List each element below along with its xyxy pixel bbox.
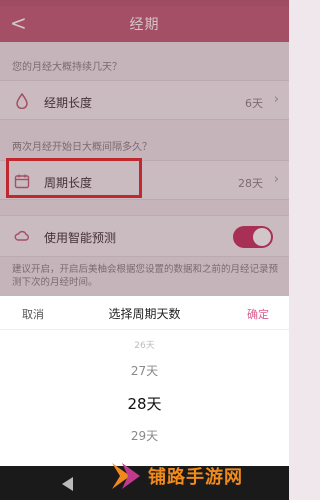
nav-back-icon[interactable] (62, 477, 73, 491)
sheet-toolbar: 取消 选择周期天数 确定 (0, 296, 289, 330)
picker-option-selected[interactable]: 28天 (0, 393, 289, 414)
confirm-button[interactable]: 确定 (247, 306, 269, 322)
picker-option[interactable]: 29天 (0, 427, 289, 444)
sheet-title: 选择周期天数 (108, 307, 181, 321)
watermark-logo-icon (112, 463, 140, 489)
watermark: 铺路手游网 (108, 455, 289, 495)
watermark-text: 铺路手游网 (148, 467, 243, 488)
picker-option[interactable]: 26天 (0, 338, 289, 351)
picker-option[interactable]: 27天 (0, 362, 289, 379)
